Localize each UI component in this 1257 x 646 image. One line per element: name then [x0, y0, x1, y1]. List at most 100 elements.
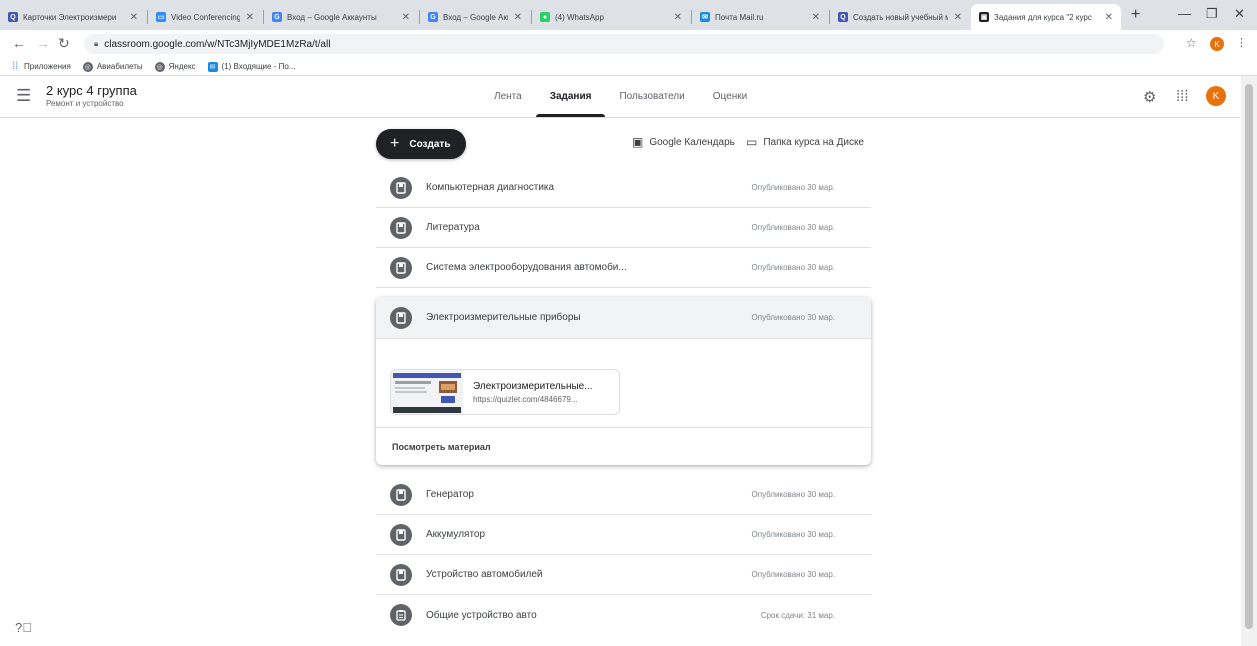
browser-tab-active[interactable]: ▣ Задания для курса "2 курс ✕	[971, 4, 1121, 30]
drive-label: Папка курса на Диске	[763, 136, 864, 148]
item-title: Общие устройство авто	[426, 609, 537, 621]
google-favicon-icon: G	[428, 12, 438, 22]
bookmark-aviabilety[interactable]: ◎ Авиабилеты	[82, 61, 143, 72]
attachment-url: https://quizlet.com/4846679...	[473, 394, 578, 404]
material-icon	[390, 306, 412, 329]
create-button[interactable]: + Создать	[376, 129, 466, 159]
material-icon	[390, 256, 412, 279]
close-tab-icon[interactable]: ✕	[246, 12, 254, 23]
whatsapp-favicon-icon: ●	[540, 12, 550, 22]
address-bar-row: ← → ↻ 🔒︎ classroom.google.com/w/NTc3MjIy…	[0, 30, 1257, 58]
material-icon	[390, 563, 412, 586]
course-title[interactable]: 2 курс 4 группа	[46, 83, 137, 98]
browser-tab[interactable]: ✉ Почта Mail.ru ✕	[692, 4, 828, 30]
user-avatar[interactable]: K	[1206, 86, 1226, 106]
back-icon[interactable]: ←	[12, 35, 26, 51]
restore-icon[interactable]: ❐	[1206, 6, 1218, 22]
classwork-list-bottom: Генератор Опубликовано 30 мар. Аккумулят…	[376, 475, 871, 635]
close-tab-icon[interactable]: ✕	[514, 12, 522, 23]
bookmark-label: Авиабилеты	[96, 62, 143, 71]
settings-gear-icon[interactable]: ⚙	[1143, 88, 1156, 106]
list-item[interactable]: Устройство автомобилей Опубликовано 30 м…	[376, 555, 871, 595]
item-title: Устройство автомобилей	[426, 569, 543, 580]
close-window-icon[interactable]: ✕	[1234, 6, 1245, 22]
item-meta: Опубликовано 30 мар.	[751, 490, 835, 499]
item-meta: Опубликовано 30 мар.	[751, 570, 835, 579]
apps-icon: ⁞⁞	[12, 61, 18, 72]
item-title: Аккумулятор	[426, 529, 486, 540]
page-scrollbar[interactable]	[1241, 76, 1257, 646]
course-subtitle: Ремонт и устройство	[46, 99, 124, 108]
classwork-list-top: Компьютерная диагностика Опубликовано 30…	[376, 168, 871, 288]
list-item[interactable]: Аккумулятор Опубликовано 30 мар.	[376, 515, 871, 555]
item-meta: Опубликовано 30 мар.	[751, 530, 835, 539]
bookmark-mail[interactable]: ✉ (1) Входящие - По...	[207, 61, 296, 72]
item-meta: Опубликовано 30 мар.	[751, 223, 835, 232]
list-item[interactable]: Общие устройство авто Срок сдачи: 31 мар…	[376, 595, 871, 635]
classroom-favicon-icon: ▣	[979, 12, 989, 22]
bookmark-label: (1) Входящие - По...	[221, 62, 296, 71]
bookmark-yandex[interactable]: ◎ Яндекс	[154, 61, 196, 72]
classroom-header: ☰ 2 курс 4 группа Ремонт и устройство Ле…	[0, 76, 1240, 118]
material-icon	[390, 523, 412, 546]
globe-icon: ◎	[154, 61, 165, 72]
calendar-icon: ▣	[632, 135, 644, 149]
tab-title: Почта Mail.ru	[715, 12, 764, 22]
list-item[interactable]: Генератор Опубликовано 30 мар.	[376, 475, 871, 515]
material-icon	[390, 216, 412, 239]
list-item[interactable]: Компьютерная диагностика Опубликовано 30…	[376, 168, 871, 208]
tab-title: Вход – Google Аккаунты	[443, 12, 508, 22]
browser-tab[interactable]: Q Создать новый учебный м ✕	[830, 4, 970, 30]
url-input[interactable]: 🔒︎ classroom.google.com/w/NTc3MjIyMDE1Mz…	[84, 34, 1164, 54]
bookmarks-bar: ⁞⁞ Приложения ◎ Авиабилеты ◎ Яндекс ✉ (1…	[0, 58, 1257, 76]
item-meta: Опубликовано 30 мар.	[751, 313, 835, 322]
quizlet-favicon-icon: Q	[8, 12, 18, 22]
tab-stream[interactable]: Лента	[480, 76, 536, 117]
browser-menu-icon[interactable]: ⋮	[1236, 36, 1247, 49]
close-tab-icon[interactable]: ✕	[1105, 12, 1113, 23]
list-item[interactable]: Система электрооборудования автомоби... …	[376, 248, 871, 288]
browser-tab[interactable]: G Вход – Google Аккаунты ✕	[420, 4, 530, 30]
item-meta: Опубликовано 30 мар.	[751, 263, 835, 272]
close-tab-icon[interactable]: ✕	[954, 12, 962, 23]
minimize-icon[interactable]: —	[1178, 6, 1191, 21]
browser-tab[interactable]: ● (4) WhatsApp ✕	[532, 4, 690, 30]
reload-icon[interactable]: ↻	[58, 35, 70, 52]
tab-people[interactable]: Пользователи	[605, 76, 698, 117]
create-label: Создать	[409, 138, 451, 150]
url-text: classroom.google.com/w/NTc3MjIyMDE1MzRa/…	[104, 38, 331, 50]
item-title: Компьютерная диагностика	[426, 182, 555, 193]
tab-title: Карточки Электроизмери	[23, 12, 117, 22]
material-icon	[390, 483, 412, 506]
tab-grades[interactable]: Оценки	[699, 76, 761, 117]
item-title: Литература	[426, 222, 480, 233]
mail-favicon-icon: ✉	[700, 12, 710, 22]
tab-title: Создать новый учебный м	[853, 12, 948, 22]
bookmark-star-icon[interactable]: ☆	[1186, 36, 1197, 50]
browser-tab[interactable]: G Вход – Google Аккаунты ✕	[264, 4, 418, 30]
google-apps-icon[interactable]: ⁞⁞⁞	[1176, 88, 1189, 105]
tab-classwork[interactable]: Задания	[535, 76, 606, 117]
browser-tab[interactable]: Q Карточки Электроизмери ✕	[0, 4, 146, 30]
close-tab-icon[interactable]: ✕	[402, 12, 410, 23]
bookmark-apps[interactable]: ⁞⁞ Приложения	[10, 61, 71, 72]
help-icon[interactable]: ?⃝	[15, 620, 32, 635]
material-icon	[390, 176, 412, 199]
close-tab-icon[interactable]: ✕	[674, 12, 682, 23]
list-item[interactable]: Литература Опубликовано 30 мар.	[376, 208, 871, 248]
main-menu-icon[interactable]: ☰	[16, 86, 31, 106]
scrollbar-thumb[interactable]	[1245, 84, 1253, 629]
close-tab-icon[interactable]: ✕	[130, 12, 138, 23]
google-favicon-icon: G	[272, 12, 282, 22]
forward-icon[interactable]: →	[36, 35, 50, 51]
expanded-item-header[interactable]: Электроизмерительные приборы Опубликован…	[376, 297, 871, 339]
new-tab-icon[interactable]: +	[1131, 6, 1140, 24]
browser-tab[interactable]: ▭ Video Conferencing, Web C ✕	[148, 4, 262, 30]
item-title: Генератор	[426, 489, 474, 500]
close-tab-icon[interactable]: ✕	[812, 12, 820, 23]
view-material-link[interactable]: Посмотреть материал	[376, 427, 871, 465]
google-calendar-link[interactable]: ▣ Google Календарь	[632, 135, 735, 149]
browser-profile-avatar[interactable]: K	[1210, 37, 1224, 51]
link-attachment[interactable]: Электроизмерительные... https://quizlet.…	[390, 369, 620, 415]
drive-folder-link[interactable]: ▭ Папка курса на Диске	[746, 135, 864, 149]
